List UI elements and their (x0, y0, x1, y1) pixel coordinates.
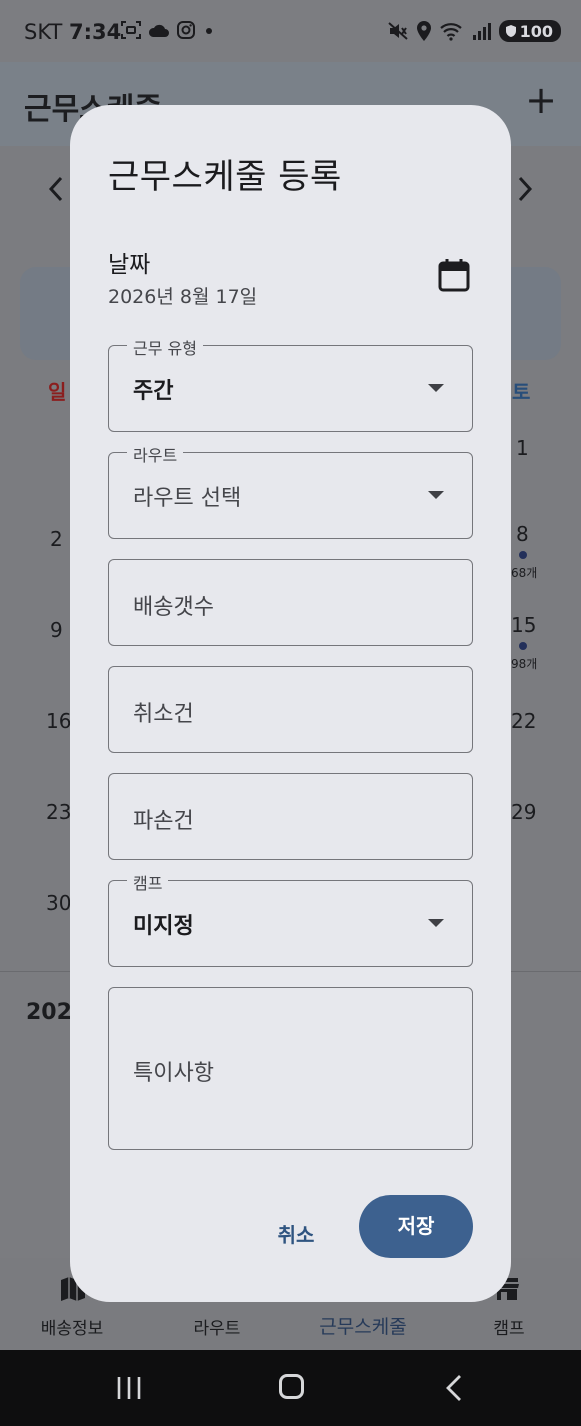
damage-count-placeholder: 파손건 (133, 809, 194, 834)
location-icon (416, 21, 431, 41)
route-label: 라우트 (127, 442, 184, 466)
dropdown-arrow-icon (428, 384, 444, 392)
section-year: 202 (26, 1000, 72, 1025)
camp-select[interactable]: 캠프 미지정 (108, 870, 473, 967)
recent-apps-icon[interactable] (116, 1375, 142, 1401)
weekday-sat: 토 (512, 380, 531, 404)
dot-icon (206, 28, 212, 34)
home-icon[interactable] (279, 1374, 304, 1399)
calendar-day[interactable]: 23 (46, 800, 71, 824)
calendar-day[interactable]: 8 (516, 522, 529, 546)
save-button[interactable]: 저장 (359, 1195, 473, 1258)
system-nav-bar (0, 1350, 581, 1426)
calendar-day[interactable]: 15 (511, 613, 536, 637)
battery-shield-icon (505, 25, 516, 37)
chevron-left-icon[interactable] (48, 176, 64, 209)
delivery-count-placeholder: 배송갯수 (133, 595, 214, 620)
dialog-title: 근무스케줄 등록 (108, 157, 342, 197)
nav-label: 근무스케줄 (319, 1316, 407, 1338)
calendar-day[interactable]: 16 (46, 709, 71, 733)
calendar-day[interactable]: 30 (46, 891, 71, 915)
schedule-register-dialog: 근무스케줄 등록 날짜 2026년 8월 17일 근무 유형 주간 라우트 라우… (70, 105, 511, 1302)
instagram-icon (177, 21, 195, 39)
date-label: 날짜 (108, 252, 151, 278)
route-value: 라우트 선택 (133, 486, 242, 511)
calendar-day[interactable]: 22 (511, 709, 536, 733)
route-select[interactable]: 라우트 라우트 선택 (108, 442, 473, 539)
cloud-icon (148, 24, 169, 37)
delivery-count-field[interactable]: 배송갯수 (108, 559, 473, 646)
carrier-label: SKT (24, 20, 63, 44)
battery-level: 100 (519, 21, 553, 41)
date-value[interactable]: 2026년 8월 17일 (108, 282, 257, 309)
battery-indicator: 100 (498, 20, 561, 42)
schedule-dot (519, 642, 527, 650)
signal-icon (472, 23, 491, 40)
schedule-dot (519, 551, 527, 559)
dropdown-arrow-icon (428, 919, 444, 927)
status-bar: SKT 7:34 100 (0, 0, 581, 62)
nav-label: 배송정보 (40, 1319, 104, 1339)
camp-label: 캠프 (127, 870, 169, 894)
work-type-label: 근무 유형 (127, 335, 203, 359)
status-time: SKT 7:34 (24, 20, 121, 44)
camp-value: 미지정 (133, 914, 194, 939)
add-button[interactable]: + (525, 80, 557, 120)
wifi-icon (439, 23, 462, 41)
calendar-icon[interactable] (434, 255, 474, 295)
damage-count-field[interactable]: 파손건 (108, 773, 473, 860)
notes-field[interactable]: 특이사항 (108, 987, 473, 1150)
delivery-count: 98개 (511, 657, 538, 671)
weekday-sun: 일 (48, 380, 67, 404)
chevron-right-icon[interactable] (517, 176, 533, 209)
work-type-value: 주간 (133, 379, 174, 404)
screenshot-icon (121, 21, 141, 39)
cancel-count-field[interactable]: 취소건 (108, 666, 473, 753)
clock: 7:34 (69, 20, 122, 44)
notes-placeholder: 특이사항 (133, 1061, 214, 1086)
calendar-day[interactable]: 29 (511, 800, 536, 824)
calendar-day[interactable]: 1 (516, 436, 529, 460)
calendar-day[interactable]: 9 (50, 618, 63, 642)
dropdown-arrow-icon (428, 491, 444, 499)
nav-label: 라우트 (193, 1319, 241, 1339)
mute-icon (387, 22, 408, 40)
work-type-select[interactable]: 근무 유형 주간 (108, 335, 473, 432)
calendar-day[interactable]: 2 (50, 527, 63, 551)
back-icon[interactable] (444, 1374, 464, 1402)
nav-label: 캠프 (493, 1319, 525, 1339)
cancel-button[interactable]: 취소 (260, 1213, 332, 1257)
cancel-count-placeholder: 취소건 (133, 702, 194, 727)
delivery-count: 68개 (511, 566, 538, 580)
